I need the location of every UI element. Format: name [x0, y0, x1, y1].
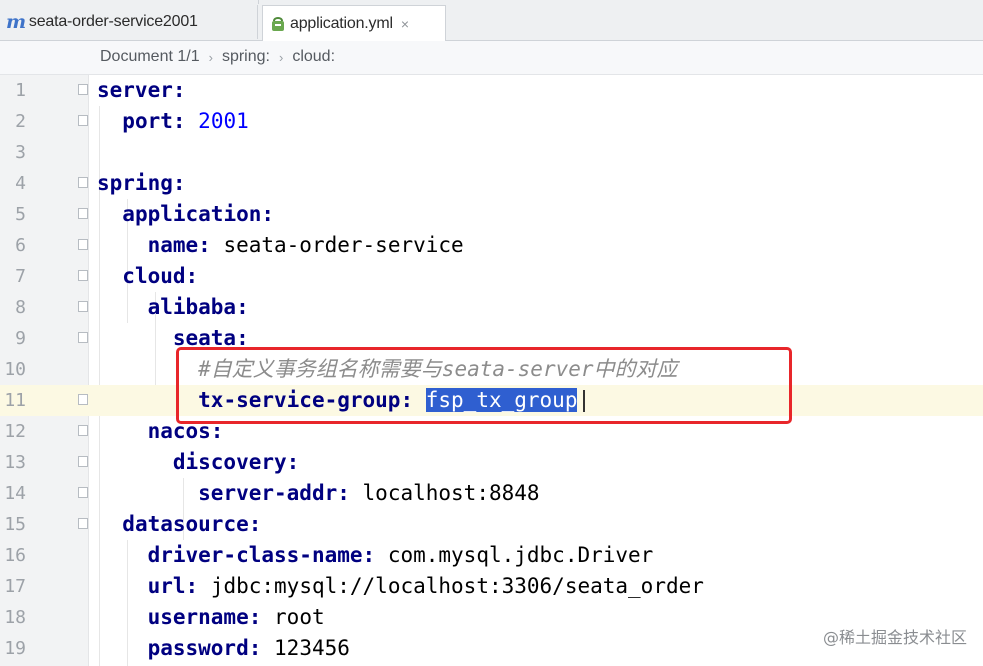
yaml-key: spring:: [97, 171, 186, 195]
code-line: 4 spring:: [0, 168, 983, 199]
chevron-right-icon: ›: [278, 49, 284, 65]
code-line: 6 name: seata-order-service: [0, 230, 983, 261]
line-number: 2: [15, 111, 26, 132]
line-number: 5: [15, 204, 26, 225]
editor-tab-bar: m seata-order-service2001 application.ym…: [0, 0, 983, 41]
yaml-value: root: [274, 605, 325, 629]
line-number: 3: [15, 142, 26, 163]
yaml-key: application:: [122, 202, 275, 226]
fold-icon[interactable]: [78, 332, 88, 343]
annotation-highlight-box: [176, 347, 792, 424]
code-line: 14 server-addr: localhost:8848: [0, 478, 983, 509]
tab-label: application.yml: [290, 14, 393, 32]
fold-icon[interactable]: [78, 518, 88, 529]
yaml-key: password:: [147, 636, 262, 660]
line-number: 18: [4, 607, 26, 628]
code-line: 17 url: jdbc:mysql://localhost:3306/seat…: [0, 571, 983, 602]
yaml-file-icon: [272, 16, 284, 31]
code-line: 7 cloud:: [0, 261, 983, 292]
fold-icon[interactable]: [78, 301, 88, 312]
yaml-key: username:: [147, 605, 262, 629]
yaml-key: cloud:: [122, 264, 199, 288]
line-number: 19: [4, 638, 26, 659]
tab-label: seata-order-service2001: [28, 13, 198, 30]
line-number: 13: [4, 452, 26, 473]
line-number: 10: [4, 359, 26, 380]
fold-icon[interactable]: [78, 177, 88, 188]
yaml-value: 2001: [198, 109, 249, 133]
line-number: 17: [4, 576, 26, 597]
fold-icon[interactable]: [78, 270, 88, 281]
yaml-value: com.mysql.jdbc.Driver: [387, 543, 654, 567]
close-icon[interactable]: ×: [401, 16, 409, 32]
tab-seata-order-service[interactable]: m seata-order-service2001: [0, 5, 258, 39]
breadcrumb: Document 1/1 › spring: › cloud:: [0, 41, 983, 75]
line-number: 12: [4, 421, 26, 442]
code-line: 3: [0, 137, 983, 168]
line-number: 16: [4, 545, 26, 566]
line-number: 15: [4, 514, 26, 535]
line-number: 14: [4, 483, 26, 504]
line-number: 1: [15, 80, 26, 101]
yaml-key: server-addr:: [198, 481, 350, 505]
yaml-key: alibaba:: [147, 295, 249, 319]
line-number: 7: [15, 266, 26, 287]
code-line: 5 application:: [0, 199, 983, 230]
code-line: 1 server:: [0, 75, 983, 106]
line-number: 9: [15, 328, 26, 349]
breadcrumb-item-document[interactable]: Document 1/1: [100, 48, 200, 66]
line-number: 8: [15, 297, 26, 318]
yaml-key: name:: [147, 233, 211, 257]
fold-icon[interactable]: [78, 456, 88, 467]
yaml-key: server:: [97, 78, 186, 102]
yaml-key: driver-class-name:: [147, 543, 376, 567]
yaml-key: datasource:: [122, 512, 262, 536]
fold-icon[interactable]: [78, 394, 88, 405]
code-line: 16 driver-class-name: com.mysql.jdbc.Dri…: [0, 540, 983, 571]
fold-icon[interactable]: [78, 84, 88, 95]
fold-icon[interactable]: [78, 425, 88, 436]
line-number: 6: [15, 235, 26, 256]
breadcrumb-item-spring[interactable]: spring:: [222, 48, 270, 66]
tab-application-yml[interactable]: application.yml ×: [262, 5, 446, 41]
fold-icon[interactable]: [78, 487, 88, 498]
fold-icon[interactable]: [78, 239, 88, 250]
tab-divider: [258, 0, 259, 4]
yaml-value: 123456: [274, 636, 350, 660]
yaml-key: port:: [122, 109, 186, 133]
watermark: @稀土掘金技术社区: [822, 628, 967, 647]
line-number: 11: [4, 390, 26, 411]
maven-m-icon: m: [6, 11, 26, 33]
code-line: 8 alibaba:: [0, 292, 983, 323]
fold-icon[interactable]: [78, 115, 88, 126]
yaml-key: url:: [147, 574, 199, 598]
yaml-key: discovery:: [172, 450, 300, 474]
chevron-right-icon: ›: [208, 49, 213, 65]
line-number: 4: [15, 173, 26, 194]
code-line: 2 port: 2001: [0, 106, 983, 137]
yaml-value: seata-order-service: [223, 233, 464, 257]
code-line: 13 discovery:: [0, 447, 983, 478]
breadcrumb-item-cloud[interactable]: cloud:: [292, 48, 335, 66]
fold-icon[interactable]: [78, 208, 88, 219]
yaml-value: localhost:8848: [362, 481, 540, 505]
yaml-value: jdbc:mysql://localhost:3306/seata_order: [210, 574, 704, 598]
code-line: 15 datasource:: [0, 509, 983, 540]
